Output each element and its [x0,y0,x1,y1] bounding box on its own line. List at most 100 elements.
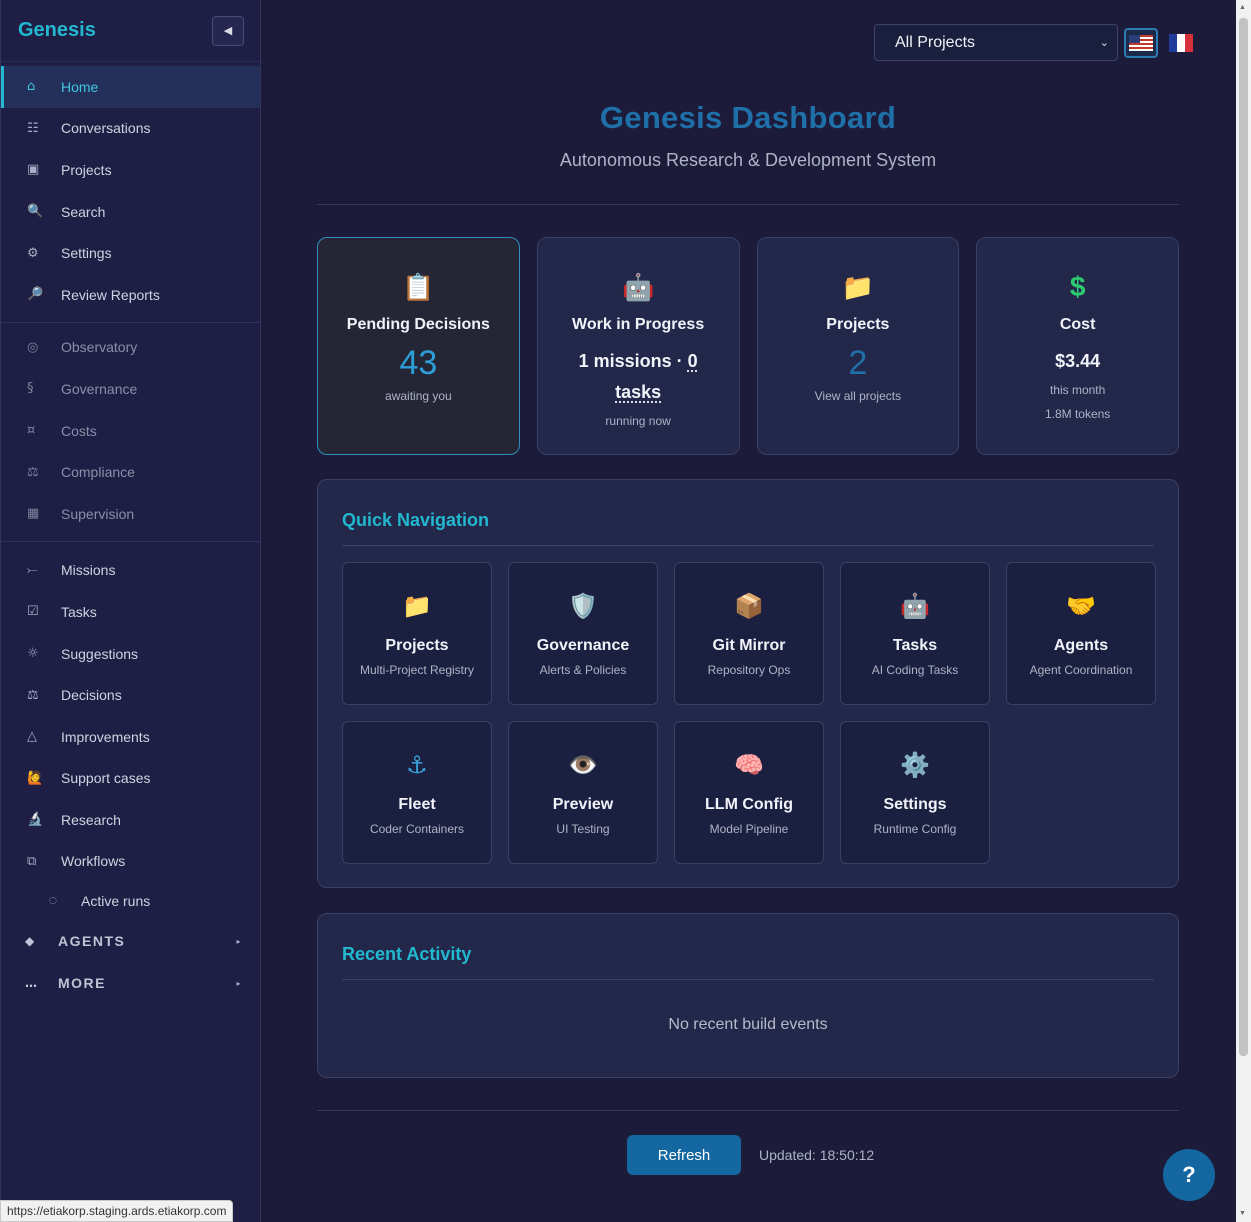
quick-nav-llm-config[interactable]: 🧠 LLM Config Model Pipeline [674,721,824,864]
tile-title: Git Mirror [712,637,786,654]
sidebar-item-label: Missions [61,562,116,579]
nav-group-work: ⤚ Missions ☑ Tasks ☼ Suggestions ⚖ Decis… [1,542,260,1005]
circle-icon: ◌ [49,896,57,907]
page-subtitle: Autonomous Research & Development System [559,150,937,170]
us-flag-icon [1129,34,1153,51]
language-en-button[interactable] [1124,27,1158,58]
quick-nav-agents[interactable]: 🤝 Agents Agent Coordination [1006,562,1156,705]
sidebar-item-settings[interactable]: ⚙ Settings [1,232,260,274]
sidebar-item-label: Decisions [61,687,122,704]
sidebar-item-suggestions[interactable]: ☼ Suggestions [1,633,260,675]
chevron-left-icon: ◀ [223,25,233,37]
missions-icon: ⤚ [27,562,38,578]
scales-icon: ⚖ [27,464,39,480]
sidebar-item-improvements[interactable]: △ Improvements [1,716,260,758]
sidebar-item-label: Research [61,811,121,828]
sidebar-item-compliance[interactable]: ⚖ Compliance [1,451,260,493]
project-select[interactable]: All Projects ⌄ [874,24,1118,61]
refresh-button[interactable]: Refresh [627,1135,741,1175]
section-more[interactable]: … MORE ▸ [1,962,260,1004]
home-icon: ⌂ [27,79,36,95]
quick-nav-settings[interactable]: ⚙️ Settings Runtime Config [840,721,990,864]
scrollbar[interactable]: ▲ ▼ [1236,0,1251,1222]
tile-title: Governance [536,637,630,654]
sidebar-item-label: Compliance [61,464,135,481]
scroll-down-icon[interactable]: ▼ [1239,1210,1246,1217]
divider [317,1110,1179,1111]
section-agents[interactable]: ◆ AGENTS ▸ [1,920,260,962]
stat-card-pending-decisions[interactable]: 📋 Pending Decisions 43 awaiting you [317,237,520,455]
stat-card-cost[interactable]: $ Cost $3.44 this month 1.8M tokens [976,237,1179,455]
grid-icon: ▦ [27,506,40,522]
clipboard-icon: 📋 [402,272,435,302]
sidebar-item-observatory[interactable]: ◎ Observatory [1,327,260,369]
sidebar-item-supervision[interactable]: ▦ Supervision [1,493,260,535]
tile-subtitle: Alerts & Policies [539,663,627,677]
handshake-icon: 🤝 [1066,593,1096,620]
tasks-count-link[interactable]: 0 [688,351,698,371]
sidebar-item-search[interactable]: 🔍 Search [1,191,260,233]
quick-nav-fleet[interactable]: ⚓ Fleet Coder Containers [342,721,492,864]
main-content: All Projects ⌄ Genesis Dashboard Autonom… [262,0,1236,1222]
quick-nav-git-mirror[interactable]: 📦 Git Mirror Repository Ops [674,562,824,705]
folder-icon: 📁 [402,593,432,620]
robot-icon: 🤖 [621,272,655,302]
quick-nav-governance[interactable]: 🛡️ Governance Alerts & Policies [508,562,658,705]
sidebar-item-conversations[interactable]: ☷ Conversations [1,108,260,150]
token-count: 1.8M tokens [1044,407,1111,421]
sidebar-item-missions[interactable]: ⤚ Missions [1,550,260,592]
footer: Refresh Updated: 18:50:12 [627,1135,874,1175]
sidebar-item-workflows[interactable]: ⧉ Workflows [1,841,260,883]
panel-title: Recent Activity [342,914,1154,980]
sidebar-item-support-cases[interactable]: 🙋 Support cases [1,758,260,800]
quick-nav-tasks[interactable]: 🤖 Tasks AI Coding Tasks [840,562,990,705]
folder-icon: 📁 [841,272,875,302]
stat-card-projects[interactable]: 📁 Projects 2 View all projects [756,237,960,455]
sidebar-item-active-runs[interactable]: ◌ Active runs [1,882,260,920]
scroll-up-icon[interactable]: ▲ [1239,4,1246,11]
sidebar-item-label: Projects [61,161,112,178]
sidebar-item-home[interactable]: ⌂ Home [1,66,260,108]
sidebar-item-label: Improvements [61,728,150,745]
sidebar-item-tasks[interactable]: ☑ Tasks [1,591,260,633]
collapse-sidebar-button[interactable]: ◀ [212,15,244,46]
tasks-link[interactable]: tasks [615,382,661,402]
divider [317,204,1179,205]
quick-navigation-panel: Quick Navigation 📁 Projects Multi-Projec… [317,479,1179,888]
view-all-projects-link[interactable]: View all projects [815,389,901,403]
sidebar-item-review-reports[interactable]: 🔎 Review Reports [1,274,260,316]
help-button[interactable]: ? [1163,1149,1215,1201]
gear-icon: ⚙ [27,245,39,261]
sidebar-item-research[interactable]: 🔬 Research [1,799,260,841]
tile-title: Projects [385,637,449,654]
language-fr-button[interactable] [1164,28,1198,58]
package-icon: 📦 [734,593,764,620]
sidebar-item-governance[interactable]: § Governance [1,368,260,410]
sidebar-item-label: Observatory [61,339,138,356]
square-icon: ▣ [27,162,40,178]
quick-nav-preview[interactable]: 👁️ Preview UI Testing [508,721,658,864]
quick-nav-grid: 📁 Projects Multi-Project Registry 🛡️ Gov… [342,562,1156,864]
sidebar-item-projects[interactable]: ▣ Projects [1,149,260,191]
stat-label: Cost [1059,316,1096,333]
scrollbar-thumb[interactable] [1239,18,1248,1056]
empty-state: No recent build events [668,1016,828,1033]
sidebar-item-label: Costs [61,422,97,439]
sidebar-item-label: Search [61,203,106,220]
sidebar-item-costs[interactable]: ¤ Costs [1,410,260,452]
stat-caption: this month [1049,383,1106,397]
checkbox-icon: ☑ [27,604,39,620]
tile-subtitle: Repository Ops [707,663,791,677]
ellipsis-icon: … [25,976,39,991]
stat-value: 1 missions · 0 tasks [579,346,698,408]
quick-nav-projects[interactable]: 📁 Projects Multi-Project Registry [342,562,492,705]
brand-logo[interactable]: Genesis [18,19,96,42]
sidebar-item-label: Home [61,78,99,95]
tile-subtitle: Model Pipeline [709,822,789,836]
tile-subtitle: Agent Coordination [1029,663,1133,677]
robot-icon: 🤖 [900,593,930,620]
sidebar-item-decisions[interactable]: ⚖ Decisions [1,674,260,716]
sidebar-item-label: Workflows [61,853,126,870]
caret-right-icon: ▸ [236,978,242,988]
stat-card-work-in-progress[interactable]: 🤖 Work in Progress 1 missions · 0 tasks … [536,237,740,455]
